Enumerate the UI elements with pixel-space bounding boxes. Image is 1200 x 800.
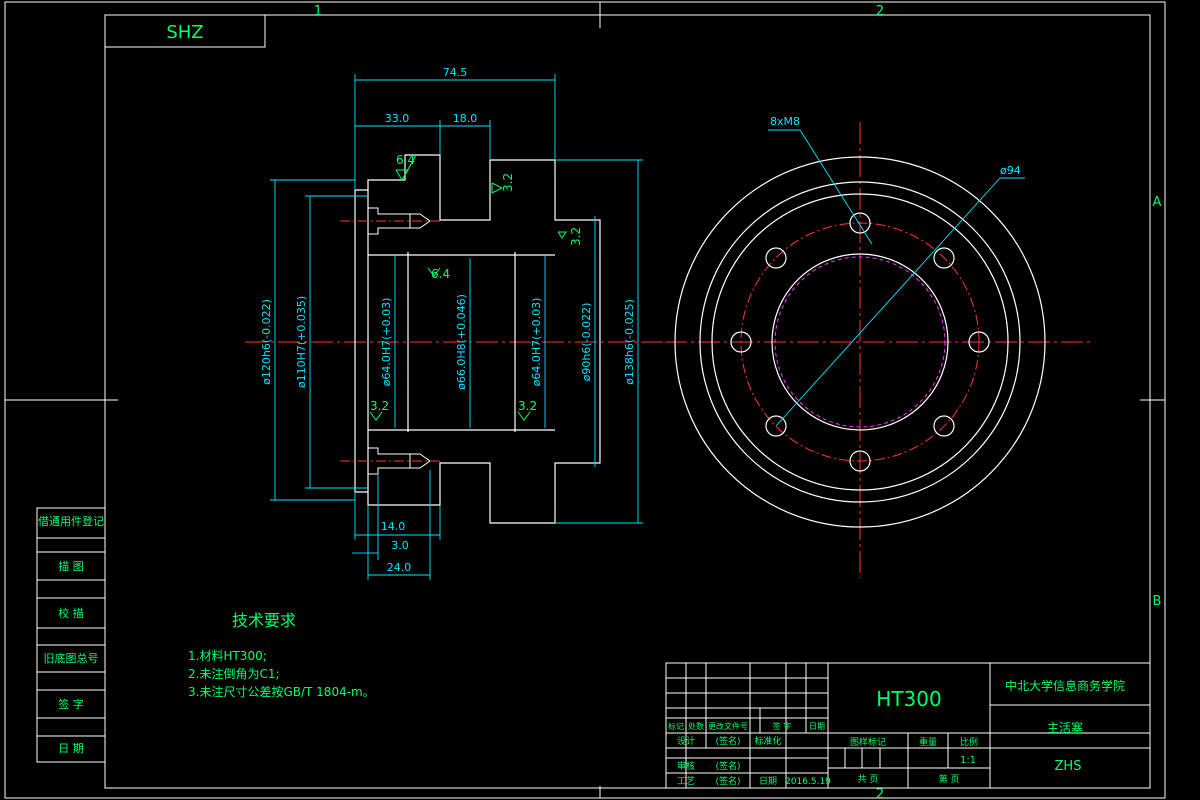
dim-bolt-circle: ø94	[1000, 164, 1021, 177]
dim-dia-138: ø138h6(-0.025)	[623, 299, 636, 385]
side-block-row-6: 日 期	[58, 742, 84, 755]
side-block-row-5: 签 字	[58, 697, 84, 711]
dim-overall-length: 74.5	[443, 66, 468, 79]
header-label-date: 日期	[809, 722, 825, 731]
roughness-6-4-bore: 6.4	[431, 267, 450, 281]
dim-dia-64-left: ø64.0H7(+0.03)	[380, 298, 393, 387]
zone-top-1: 1	[314, 4, 322, 19]
title-code: ZHS	[1055, 759, 1082, 774]
roughness-6-4-top: 6.4	[396, 153, 415, 167]
roughness-3-2-bore-right: 3.2	[518, 399, 537, 413]
title-sheet: 第 页	[939, 773, 960, 785]
title-material: HT300	[876, 687, 941, 711]
row-process-label: 工艺	[677, 776, 695, 787]
row-process-sign: (签名)	[715, 760, 740, 772]
dim-dia-110: ø110H7(+0.035)	[295, 296, 308, 388]
header-label-change: 更改文件号	[708, 721, 748, 731]
zone-top-2: 2	[876, 4, 884, 19]
row-process-date-label: 日期	[759, 776, 777, 787]
row-review-label: 审核	[677, 760, 695, 772]
roughness-3-2-right: 3.2	[569, 227, 583, 246]
title-total: 共 页	[858, 774, 879, 785]
title-stage-mark: 图样标记	[850, 736, 886, 748]
row-design-label: 设计	[677, 735, 695, 747]
drawing-frame	[4, 1, 1166, 799]
header-label-signature: 签 字	[773, 721, 792, 731]
title-scale-value: 1:1	[960, 755, 976, 766]
title-school: 中北大学信息商务学院	[1005, 678, 1125, 693]
drawing-code: SHZ	[166, 22, 203, 43]
end-view-centerlines	[665, 122, 1090, 578]
zone-right-b: B	[1153, 594, 1162, 609]
title-part-name: 主活塞	[1047, 720, 1083, 735]
title-weight: 重量	[919, 736, 937, 748]
dim-3: 3.0	[391, 539, 409, 552]
cad-drawing: SHZ 1 2 2 A B 74.5 33.0 18.0 14.0 3.0 24…	[4, 1, 1166, 800]
end-view-leaders	[768, 129, 1025, 427]
zone-right-a: A	[1153, 195, 1162, 210]
dim-dia-90: ø90h6(-0.022)	[580, 303, 593, 382]
row-design-standard: 标准化	[754, 735, 781, 747]
note-3: 3.未注尺寸公差按GB/T 1804-m。	[188, 684, 375, 699]
title-scale: 比例	[960, 736, 978, 748]
dim-dia-64-right: ø64.0H7(+0.03)	[530, 298, 543, 387]
dim-dia-66: ø66.0H8(+0.046)	[455, 294, 468, 390]
row-design-sign: (签名)	[715, 735, 740, 747]
note-1: 1.材料HT300;	[188, 649, 267, 663]
title-drafter: (签名)	[715, 775, 740, 787]
dim-18: 18.0	[453, 112, 478, 125]
roughness-3-2-step: 3.2	[501, 173, 515, 192]
dim-holes-8xm8: 8xM8	[770, 115, 800, 128]
zone-bottom-2: 2	[876, 787, 884, 800]
roughness-3-2-bore-left: 3.2	[370, 399, 389, 413]
dim-24: 24.0	[387, 561, 412, 574]
dim-14: 14.0	[381, 520, 406, 533]
dim-dia-120: ø120h6(-0.022)	[260, 299, 273, 385]
dim-33: 33.0	[385, 112, 410, 125]
side-block-row-2: 描 图	[58, 559, 84, 573]
side-block-row-3: 校 描	[58, 606, 84, 620]
side-block	[36, 507, 106, 763]
section-bolt-holes	[368, 207, 431, 475]
header-label-count: 处数	[688, 721, 704, 731]
title-date: 2016.5.19	[785, 777, 831, 787]
side-block-row-1: 借通用件登记	[38, 514, 104, 528]
note-2: 2.未注倒角为C1;	[188, 666, 280, 681]
header-label-mark: 标记	[668, 721, 684, 731]
notes-title: 技术要求	[232, 611, 296, 630]
side-block-row-4: 旧底图总号	[44, 651, 99, 665]
